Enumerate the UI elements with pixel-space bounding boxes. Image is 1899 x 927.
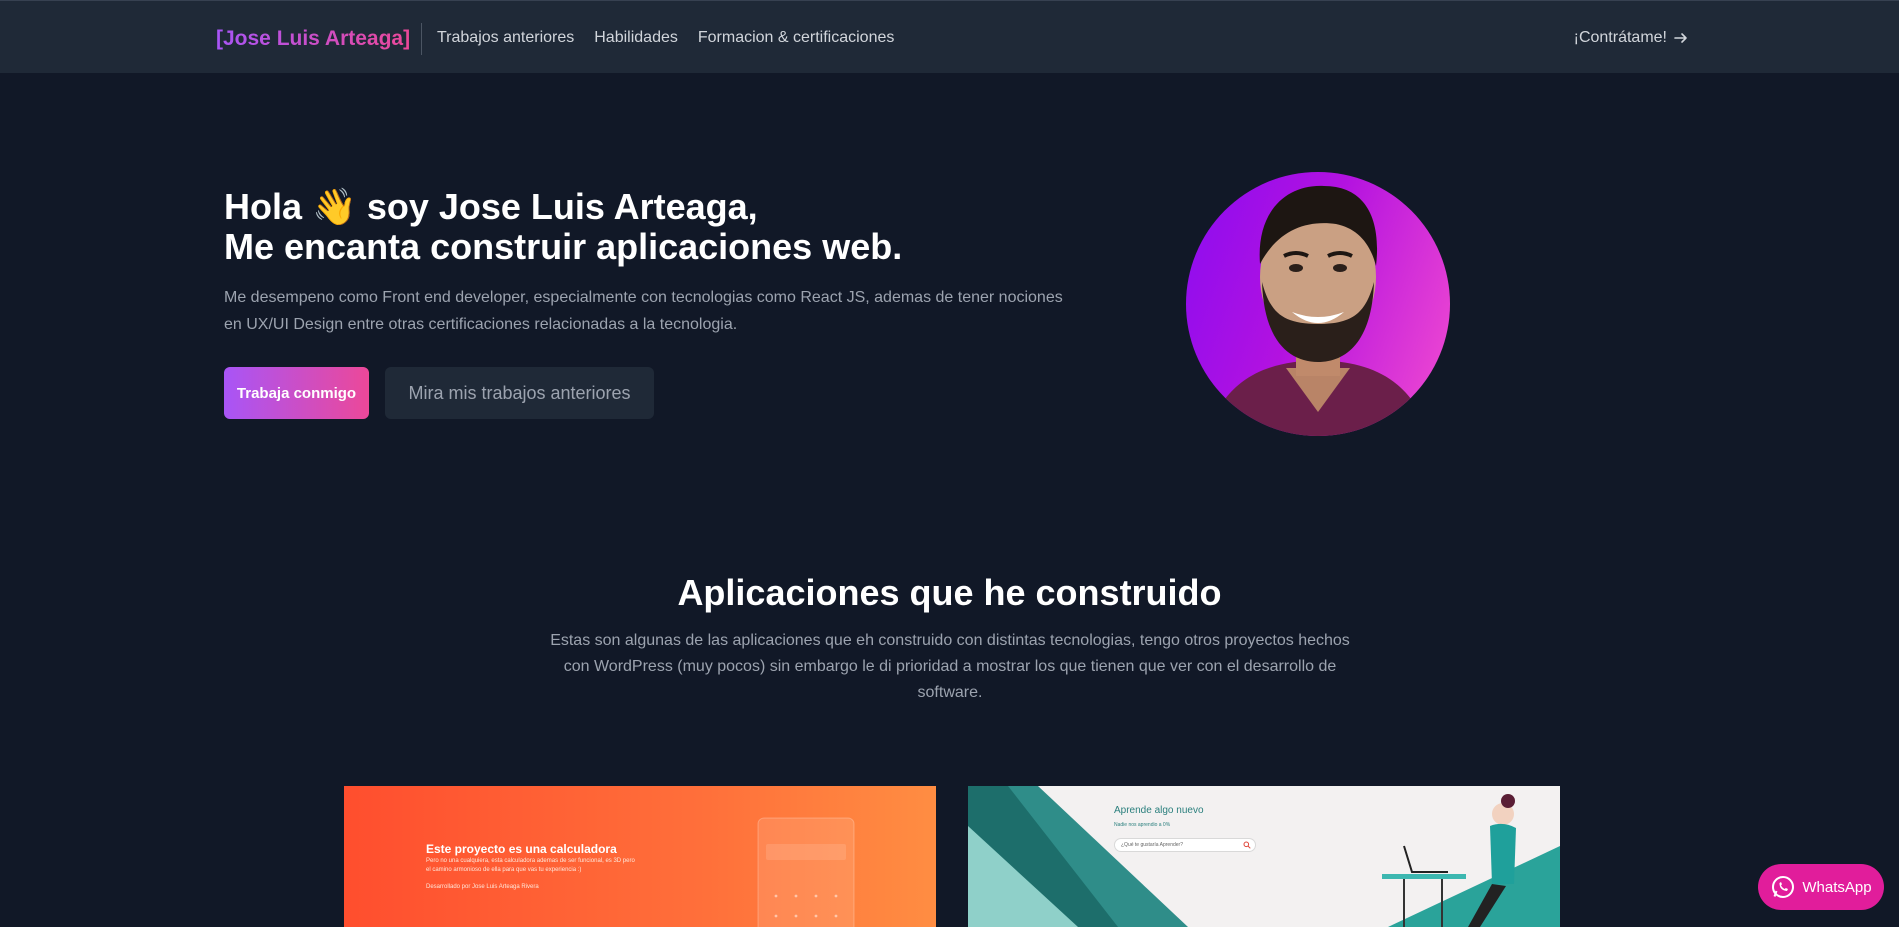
card2-heading: Aprende algo nuevo — [1114, 805, 1204, 816]
nav-link-formacion[interactable]: Formacion & certificaciones — [698, 29, 895, 47]
work-with-me-button[interactable]: Trabaja conmigo — [224, 367, 369, 419]
project-card-learning[interactable]: Aprende algo nuevo Nadie nos aprendio a … — [968, 786, 1560, 927]
card2-sub: Nadie nos aprendio a 0% — [1114, 822, 1171, 828]
nav-link-habilidades[interactable]: Habilidades — [594, 29, 678, 47]
card2-search-placeholder: ¿Qué te gustaría Aprender? — [1121, 842, 1183, 848]
projects-section-title: Aplicaciones que he construido — [677, 572, 1222, 613]
profile-avatar — [1186, 172, 1450, 436]
hire-me-label: ¡Contrátame! — [1573, 29, 1667, 46]
search-icon — [1243, 841, 1251, 849]
brand-logo[interactable]: [Jose Luis Arteaga] — [216, 27, 410, 51]
nav-link-trabajos[interactable]: Trabajos anteriores — [437, 29, 574, 47]
hire-me-link[interactable]: ¡Contrátame! — [1574, 29, 1689, 47]
card2-search-input[interactable]: ¿Qué te gustaría Aprender? — [1114, 838, 1256, 852]
whatsapp-label: WhatsApp — [1802, 878, 1872, 896]
top-navbar: [Jose Luis Arteaga] Trabajos anteriores … — [0, 0, 1899, 73]
nav-links: Trabajos anteriores Habilidades Formacio… — [437, 29, 894, 47]
card1-heading: Este proyecto es una calculadora — [426, 842, 617, 856]
hero-title: Hola 👋 soy Jose Luis Arteaga, Me encanta… — [224, 187, 902, 267]
project-card-calculator[interactable]: Este proyecto es una calculadora Pero no… — [344, 786, 936, 927]
card1-credit: Desarrollado por Jose Luis Arteaga River… — [426, 884, 539, 890]
nav-divider — [421, 23, 422, 55]
whatsapp-button[interactable]: WhatsApp — [1758, 864, 1884, 910]
calculator-preview-graphic — [757, 817, 855, 927]
whatsapp-icon — [1772, 876, 1795, 898]
hero-title-line1: Hola 👋 soy Jose Luis Arteaga, — [224, 186, 758, 227]
profile-photo-illustration — [1206, 185, 1430, 436]
arrow-right-icon — [1674, 33, 1687, 43]
view-previous-work-button[interactable]: Mira mis trabajos anteriores — [385, 367, 654, 419]
hero-description: Me desempeno como Front end developer, e… — [224, 289, 1063, 333]
projects-section-description: Estas son algunas de las aplicaciones qu… — [550, 632, 1350, 701]
card1-text1: Pero no una cualquiera, esta calculadora… — [426, 858, 635, 864]
learning-preview-graphic — [968, 786, 1560, 927]
hero-title-line2: Me encanta construir aplicaciones web. — [224, 226, 903, 267]
card1-text2: el camino armonioso de ella para que vas… — [426, 867, 582, 873]
